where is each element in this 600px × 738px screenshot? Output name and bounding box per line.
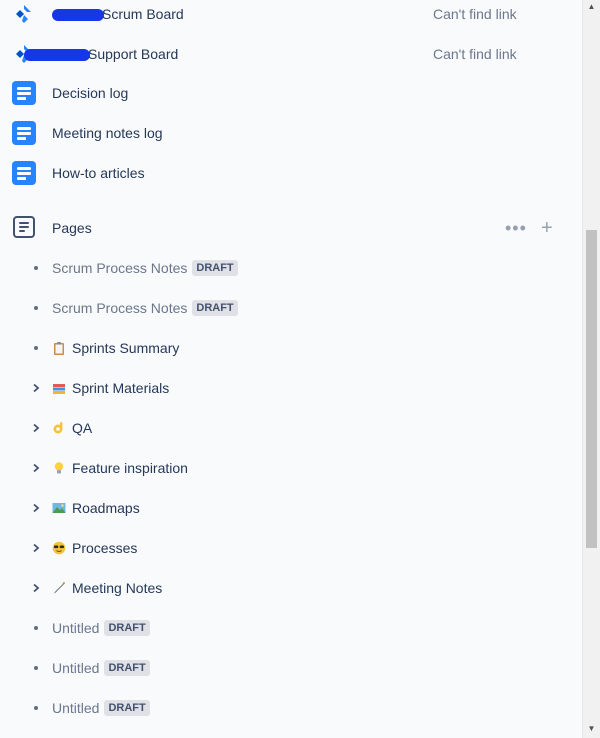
map-picture-icon <box>52 503 66 513</box>
page-label: Untitled DRAFT <box>52 660 150 676</box>
bullet-icon <box>34 346 38 350</box>
page-tree-item[interactable]: Untitled DRAFT <box>0 648 583 688</box>
add-page-icon[interactable]: + <box>541 218 553 238</box>
pen-icon <box>54 581 66 594</box>
clipboard-icon <box>54 342 64 355</box>
ok-hand-icon <box>53 422 63 434</box>
draft-badge: DRAFT <box>104 660 150 676</box>
document-icon <box>12 81 36 105</box>
page-label: Meeting Notes <box>52 580 162 596</box>
cool-face-icon <box>52 541 66 555</box>
chevron-right-icon[interactable] <box>31 543 41 553</box>
light-bulb-icon <box>54 462 64 474</box>
page-tree-item[interactable]: Untitled DRAFT <box>0 608 583 648</box>
chevron-right-icon[interactable] <box>31 583 41 593</box>
link-status: Can't find link <box>433 6 517 22</box>
shortcut-label: How-to articles <box>52 165 145 181</box>
bullet-icon <box>34 306 38 310</box>
page-label: Feature inspiration <box>52 460 188 476</box>
chevron-right-icon[interactable] <box>31 423 41 433</box>
scrollbar-thumb[interactable] <box>586 230 597 548</box>
page-label: Processes <box>52 540 137 556</box>
books-icon <box>53 384 65 394</box>
page-label: QA <box>52 420 92 436</box>
more-actions-icon[interactable]: ••• <box>505 219 527 237</box>
page-tree-item[interactable]: Meeting Notes <box>0 568 583 608</box>
bullet-icon <box>34 266 38 270</box>
shortcut-label: Decision log <box>52 85 129 101</box>
page-tree-item[interactable]: Scrum Process Notes DRAFT <box>0 288 583 328</box>
draft-badge: DRAFT <box>192 260 238 276</box>
chevron-right-icon[interactable] <box>31 503 41 513</box>
bullet-icon <box>34 626 38 630</box>
page-tree-item[interactable]: Roadmaps <box>0 488 583 528</box>
page-tree-item[interactable]: Sprint Materials <box>0 368 583 408</box>
chevron-right-icon[interactable] <box>31 463 41 473</box>
redaction-mark <box>52 9 104 22</box>
draft-badge: DRAFT <box>104 620 150 636</box>
bullet-icon <box>34 666 38 670</box>
link-status: Can't find link <box>433 46 517 62</box>
page-label: Untitled DRAFT <box>52 620 150 636</box>
shortcut-support-board[interactable]: Support Board Can't find link <box>0 34 583 74</box>
shortcut-decision-log[interactable]: Decision log <box>0 73 583 113</box>
document-icon <box>12 161 36 185</box>
page-tree-item[interactable]: Sprints Summary <box>0 328 583 368</box>
shortcut-label: Meeting notes log <box>52 125 163 141</box>
page-label: Roadmaps <box>52 500 140 516</box>
shortcut-scrum-board[interactable]: Scrum Board Can't find link <box>0 0 583 34</box>
page-tree-item[interactable]: Untitled DRAFT <box>0 688 583 728</box>
pages-title: Pages <box>52 220 92 236</box>
page-tree-item[interactable]: QA <box>0 408 583 448</box>
draft-badge: DRAFT <box>104 700 150 716</box>
shortcut-label: Support Board <box>24 46 178 62</box>
page-label: Sprint Materials <box>52 380 169 396</box>
pages-section-header[interactable]: Pages ••• + <box>0 208 583 248</box>
page-tree-item[interactable]: Processes <box>0 528 583 568</box>
pages-icon <box>13 216 37 240</box>
shortcut-how-to-articles[interactable]: How-to articles <box>0 153 583 193</box>
page-label: Untitled DRAFT <box>52 700 150 716</box>
shortcut-meeting-notes-log[interactable]: Meeting notes log <box>0 113 583 153</box>
draft-badge: DRAFT <box>192 300 238 316</box>
bullet-icon <box>34 706 38 710</box>
page-tree-item[interactable]: Scrum Process Notes DRAFT <box>0 248 583 288</box>
chevron-right-icon[interactable] <box>31 383 41 393</box>
scroll-up-arrow-icon[interactable]: ▲ <box>586 2 597 12</box>
redaction-mark <box>24 49 90 62</box>
shortcut-label: Scrum Board <box>52 6 184 22</box>
document-icon <box>12 121 36 145</box>
page-label: Sprints Summary <box>52 340 179 356</box>
page-label: Scrum Process Notes DRAFT <box>52 260 238 276</box>
page-label: Scrum Process Notes DRAFT <box>52 300 238 316</box>
sidebar-panel: Scrum Board Can't find link Support Boar… <box>0 0 583 738</box>
scroll-down-arrow-icon[interactable]: ▼ <box>586 724 597 734</box>
page-tree-item[interactable]: Feature inspiration <box>0 448 583 488</box>
jira-board-icon <box>12 2 36 26</box>
